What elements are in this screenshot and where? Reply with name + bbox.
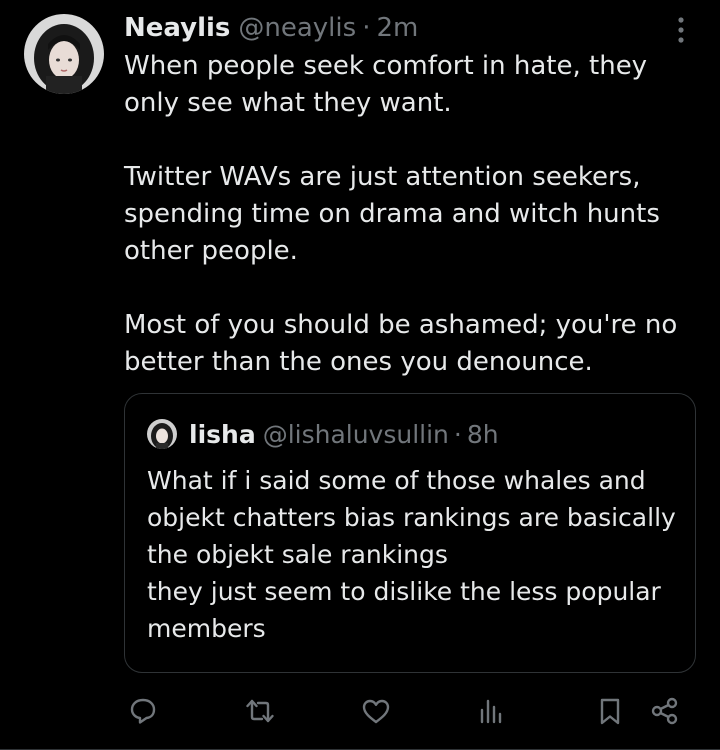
tweet[interactable]: Neaylis @neaylis · 2m When people seek c… (0, 0, 720, 750)
timestamp[interactable]: 2m (376, 10, 418, 46)
separator-dot: · (362, 13, 371, 43)
tweet-paragraph: Most of you should be ashamed; you're no… (124, 310, 678, 377)
share-icon[interactable] (648, 694, 682, 728)
user-handle[interactable]: @neaylis (238, 10, 356, 46)
bookmark-icon[interactable] (593, 694, 627, 728)
quote-line: What if i said some of those whales and … (147, 466, 676, 569)
avatar[interactable] (24, 14, 104, 94)
quote-header: lisha @lishaluvsullin · 8h (147, 416, 499, 452)
retweet-icon[interactable] (243, 694, 277, 728)
action-bar (0, 694, 720, 728)
display-name[interactable]: Neaylis (124, 10, 230, 46)
quote-text: What if i said some of those whales and … (147, 462, 687, 647)
quote-line: they just seem to dislike the less popul… (147, 577, 661, 643)
tweet-paragraph: Twitter WAVs are just attention seekers,… (124, 162, 660, 266)
more-options-icon[interactable] (672, 16, 690, 44)
like-icon[interactable] (359, 694, 393, 728)
views-icon[interactable] (474, 694, 508, 728)
quote-user-handle: @lishaluvsullin (262, 419, 449, 449)
tweet-text: When people seek comfort in hate, they o… (124, 48, 696, 381)
reply-icon[interactable] (126, 694, 160, 728)
tweet-header: Neaylis @neaylis · 2m (124, 10, 696, 46)
quoted-tweet[interactable]: lisha @lishaluvsullin · 8h What if i sai… (124, 393, 696, 673)
quote-avatar (147, 419, 177, 449)
quote-separator-dot: · (453, 419, 462, 449)
quote-timestamp: 8h (466, 419, 499, 449)
tweet-paragraph: When people seek comfort in hate, they o… (124, 51, 648, 118)
quote-display-name: lisha (189, 419, 256, 449)
